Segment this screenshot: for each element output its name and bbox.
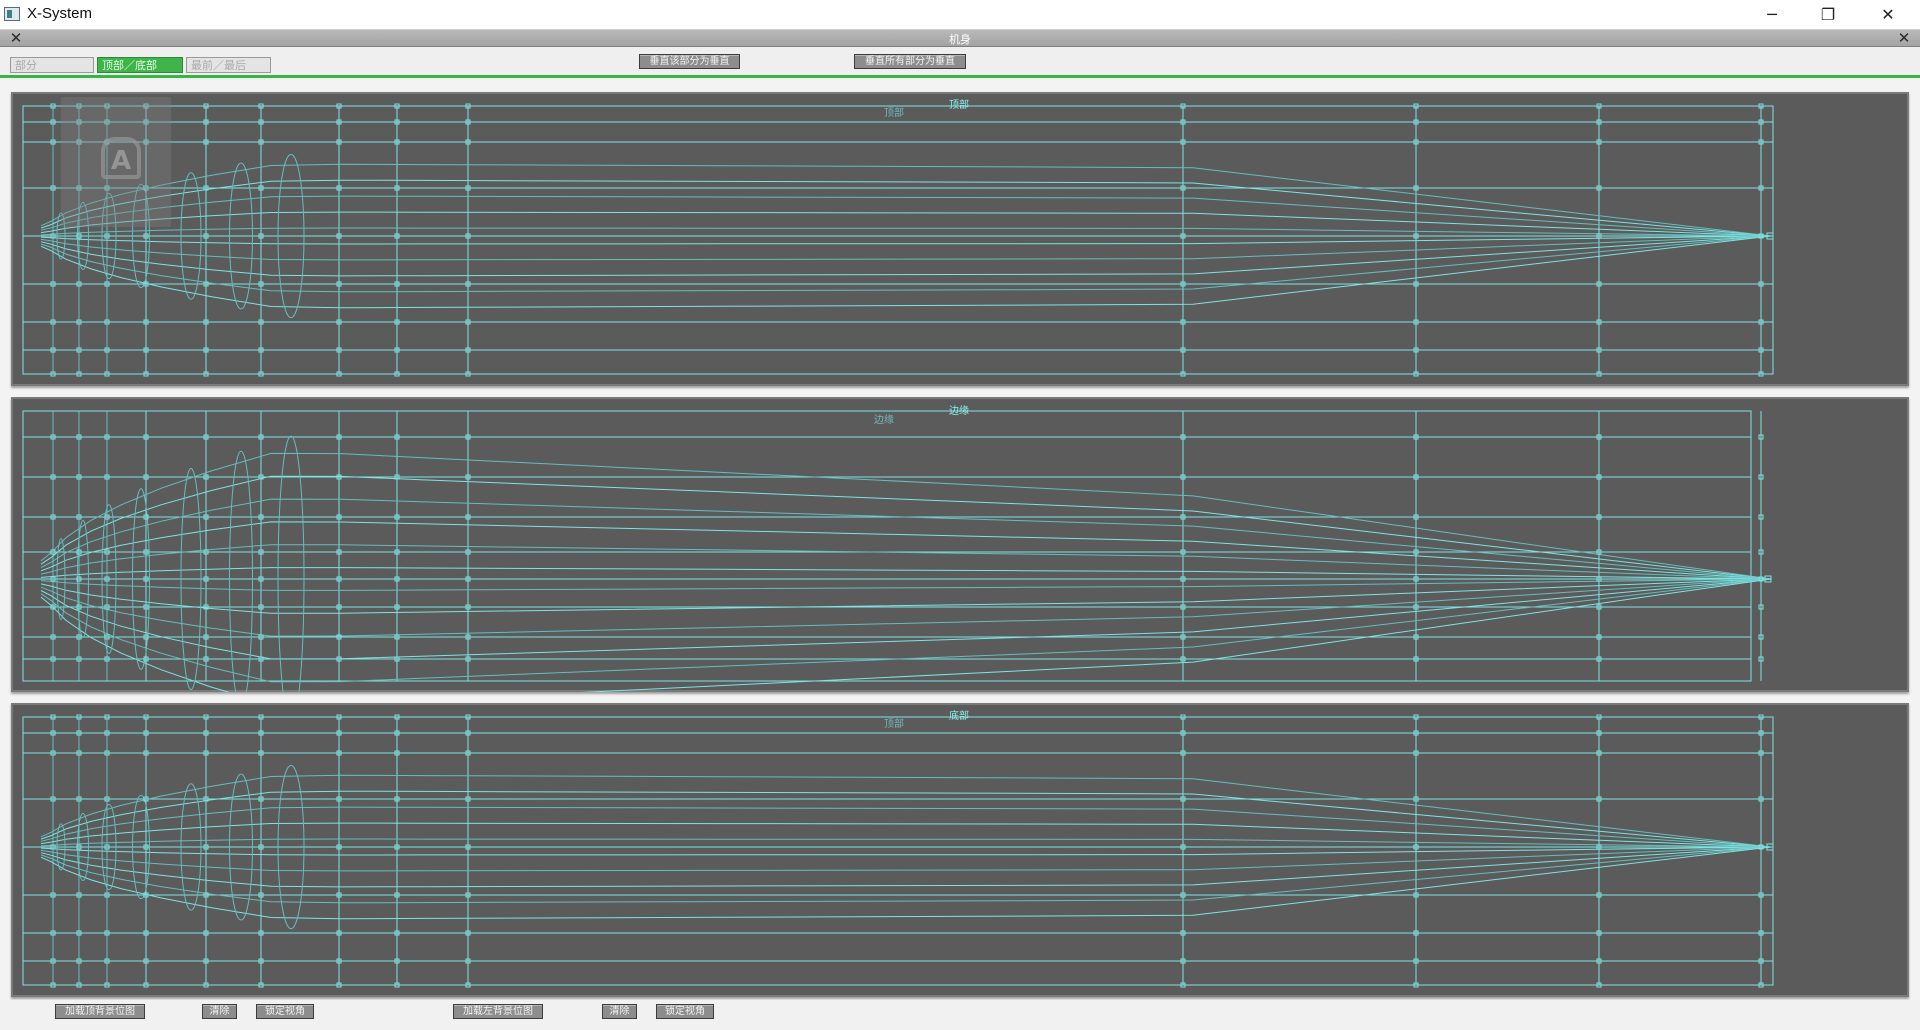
reset-part-vertical-button[interactable]: 垂直该部分为垂直 [639,54,740,69]
load-top-background-button[interactable]: 加载顶背景位图 [55,1004,145,1019]
tab-top-bottom[interactable]: 顶部／底部 [97,57,183,73]
fuselage-contour [40,235,1772,309]
restore-button[interactable]: ❐ [1800,0,1856,29]
fuselage-contour [40,195,1772,237]
top-view-sub-label: 顶部 [884,108,904,119]
close-button[interactable]: ✕ [1860,0,1916,29]
minimize-button[interactable]: ─ [1744,0,1800,29]
fuselage-contour [40,452,1772,580]
fuselage-contour [40,578,1772,683]
fuselage-contour [40,846,1772,888]
fuselage-contour [40,475,1772,580]
fuselage-contour [40,774,1772,848]
fuselage-contour [40,846,1772,920]
tab-front-back[interactable]: 最前／最后 [186,57,271,73]
app-icon [4,7,20,21]
bottom-view-wireframe[interactable] [11,703,1909,997]
fuselage-contour [40,163,1772,237]
bottom-view-viewport[interactable]: 底部 顶部 [11,703,1909,997]
clear-top-background-button[interactable]: 清除 [202,1004,237,1019]
reset-all-vertical-button[interactable]: 垂直所有部分为垂直 [854,54,966,69]
nose-rib [229,450,253,692]
lock-top-view-button[interactable]: 锁定视角 [256,1004,314,1019]
window-titlebar: X-System ─ ❐ ✕ [0,0,1920,30]
fuselage-contour [40,227,1772,237]
fuselage-contour [40,806,1772,848]
panel-title: 机身 [949,33,971,46]
bottom-toolbar: 加载顶背景位图 清除 锁定视角 加载左背景位图 清除 锁定视角 [0,1000,1920,1030]
bottom-view-label: 底部 [949,711,969,722]
fuselage-contour [40,498,1772,580]
panel-close-right-icon[interactable]: ✕ [1896,29,1912,47]
fuselage-contour [40,235,1772,245]
view-frame [22,716,1774,986]
fuselage-contour [40,846,1772,856]
fuselage-contour [40,578,1772,660]
top-view-wireframe[interactable] [11,92,1909,386]
view-frame [22,105,1774,375]
panel-header: ✕ 机身 ✕ [0,29,1920,47]
fuselage-contour [40,838,1772,848]
top-view-viewport[interactable]: A 顶部 顶部 [11,92,1909,386]
load-left-background-button[interactable]: 加载左背景位图 [453,1004,543,1019]
active-tab-underline [0,75,1920,78]
fuselage-contour [40,235,1772,277]
top-view-label: 顶部 [949,100,969,111]
side-view-viewport[interactable]: 边缘 边缘 [11,397,1909,692]
clear-left-background-button[interactable]: 清除 [602,1004,637,1019]
side-view-sub-label: 边缘 [874,415,894,426]
side-view-label: 边缘 [949,406,969,417]
side-view-wireframe[interactable] [11,397,1909,692]
nose-rib [277,435,305,692]
window-title: X-System [27,5,93,22]
lock-left-view-button[interactable]: 锁定视角 [656,1004,714,1019]
tab-parts[interactable]: 部分 [10,57,94,73]
lock-watermark-icon: A [61,97,171,227]
bottom-view-sub-label: 顶部 [884,719,904,730]
